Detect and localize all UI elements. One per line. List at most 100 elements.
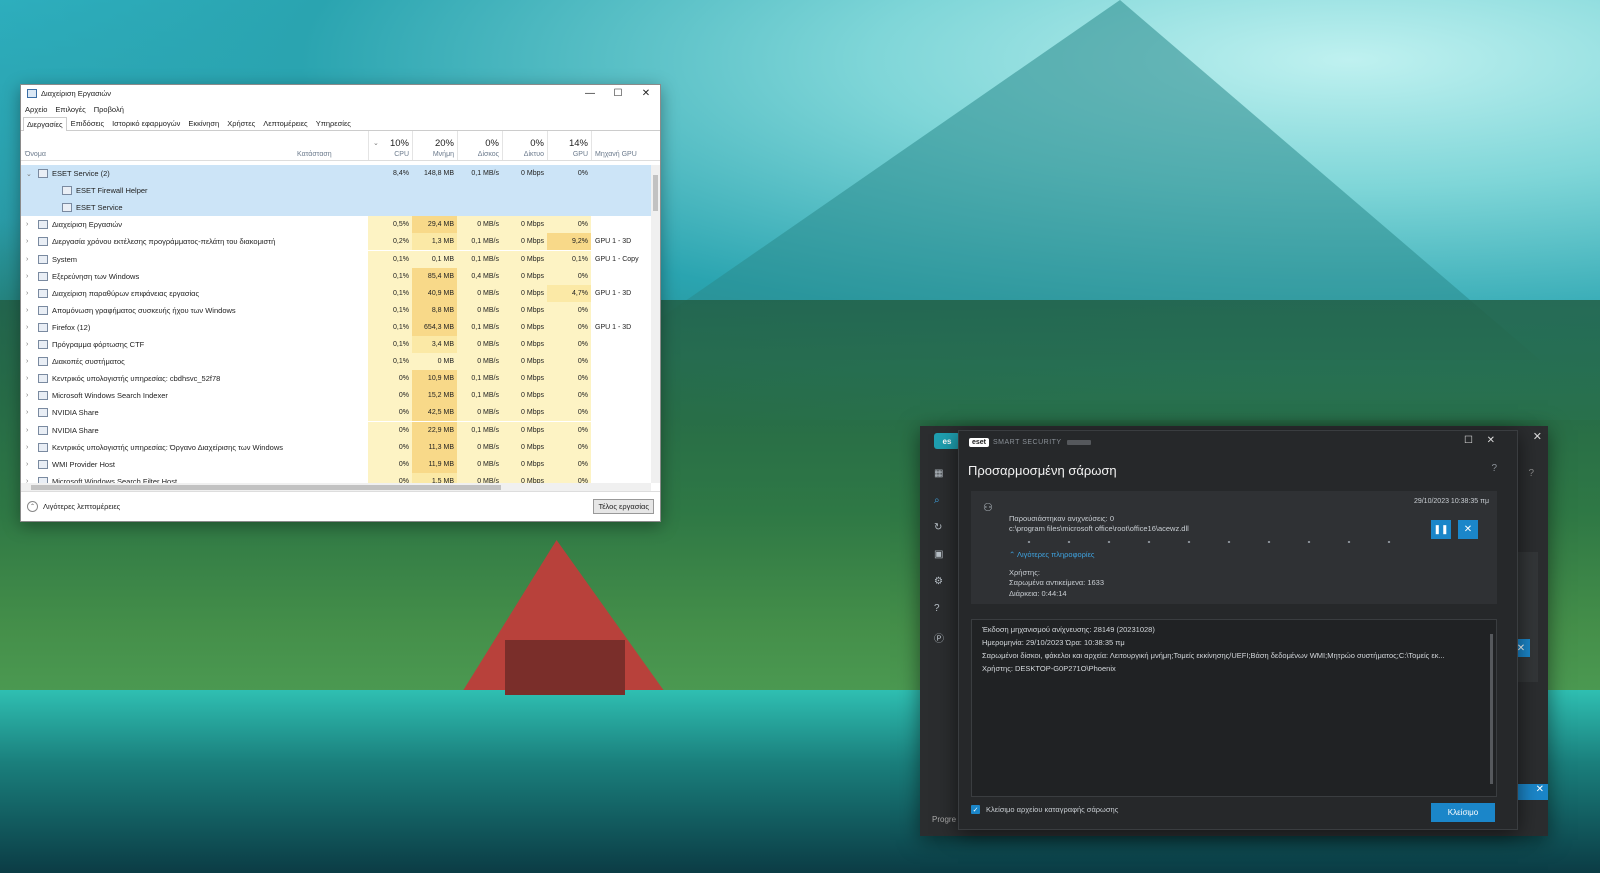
tab-startup[interactable]: Εκκίνηση <box>184 116 223 130</box>
stop-button[interactable]: ✕ <box>1458 520 1478 539</box>
checkbox-checked-icon[interactable]: ✓ <box>971 805 980 814</box>
custom-scan-dialog[interactable]: eset SMART SECURITY ☐ ✕ Προσαρμοσμένη σά… <box>958 430 1518 830</box>
cell-cpu: 0,1% <box>368 336 412 353</box>
table-row[interactable]: ESET Service <box>21 199 651 217</box>
vertical-scrollbar[interactable] <box>651 165 660 483</box>
process-icon <box>38 322 48 332</box>
table-row[interactable]: › System 0,1% 0,1 MB 0,1 MB/s 0 Mbps 0,1% GPU 1… <box>21 250 651 268</box>
chevron-right-icon[interactable]: › <box>26 375 34 382</box>
table-row[interactable]: › Διαχείριση Εργασιών 0,5% 29,4 MB 0 MB/s 0 M… <box>21 216 651 234</box>
cell-engine <box>591 182 651 199</box>
table-row[interactable]: › Κεντρικός υπολογιστής υπηρεσίας: cbdhsv… <box>21 370 651 388</box>
table-row[interactable]: › Microsoft Windows Search Indexer 0% 15,2 … <box>21 387 651 405</box>
dialog-title-bar[interactable]: eset SMART SECURITY <box>959 431 1517 453</box>
col-gpu-engine[interactable]: Μηχανή GPU <box>595 151 637 158</box>
col-net[interactable]: Δίκτυο <box>502 151 544 158</box>
account-icon[interactable]: Ⓟ <box>934 630 947 645</box>
chevron-right-icon[interactable]: › <box>26 221 34 228</box>
cell-cpu: 0% <box>368 438 412 456</box>
table-row[interactable]: › Εξερεύνηση των Windows 0,1% 85,4 MB 0,4 MB… <box>21 267 651 285</box>
scan-icon[interactable]: ⌕ <box>934 495 947 508</box>
chevron-right-icon[interactable]: › <box>26 273 34 280</box>
table-row[interactable]: › WMI Provider Host 0% 11,9 MB 0 MB/s 0 Mbps 0… <box>21 455 651 473</box>
menu-options[interactable]: Επιλογές <box>55 105 85 114</box>
col-net-pct[interactable]: 0% <box>502 138 544 149</box>
close-button[interactable]: ✕ <box>632 85 660 102</box>
chevron-right-icon[interactable]: › <box>26 341 34 348</box>
process-name: Διαχείριση Εργασιών <box>52 220 123 230</box>
end-task-button[interactable]: Τέλος εργασίας <box>593 499 654 514</box>
log-checkbox-row[interactable]: ✓ Κλείσιμο αρχείου καταγραφής σάρωσης <box>971 805 1118 814</box>
chevron-right-icon[interactable]: › <box>26 444 34 451</box>
col-cpu-pct[interactable]: 10% <box>368 138 409 149</box>
table-row[interactable]: › Διαχείριση παραθύρων επιφάνειας εργασία… <box>21 284 651 302</box>
tab-processes[interactable]: Διεργασίες <box>23 117 67 131</box>
chevron-down-icon[interactable]: ⌄ <box>26 170 34 178</box>
title-bar[interactable]: Διαχείριση Εργασιών — ☐ ✕ <box>21 85 660 102</box>
chevron-right-icon[interactable]: › <box>26 409 34 416</box>
table-row[interactable]: › Διεργασία χρόνου εκτέλεσης προγράμματος… <box>21 233 651 251</box>
col-gpu[interactable]: GPU <box>547 151 588 158</box>
table-row[interactable]: › Διακοπές συστήματος 0,1% 0 MB 0 MB/s 0 Mbps… <box>21 353 651 371</box>
table-row[interactable]: › Microsoft Windows Search Filter Host 0% 1… <box>21 472 651 483</box>
menu-file[interactable]: Αρχείο <box>25 105 47 114</box>
table-row[interactable]: › Πρόγραμμα φόρτωσης CTF 0,1% 3,4 MB 0 MB/s 0… <box>21 336 651 353</box>
help-icon[interactable]: ? <box>934 603 947 616</box>
pause-button[interactable]: ❚❚ <box>1431 520 1451 539</box>
chevron-right-icon[interactable]: › <box>26 256 34 263</box>
chevron-right-icon[interactable]: › <box>26 238 34 245</box>
less-info-link[interactable]: ⌃ Λιγότερες πληροφορίες <box>1009 550 1095 559</box>
chevron-right-icon[interactable]: › <box>26 290 34 297</box>
chevron-right-icon[interactable]: › <box>26 427 34 434</box>
process-list[interactable]: ⌄ ESET Service (2) 8,4% 148,8 MB 0,1 MB/s 0 M… <box>21 165 651 483</box>
col-disk[interactable]: Δίσκος <box>457 151 499 158</box>
table-row[interactable]: › NVIDIA Share 0% 42,5 MB 0 MB/s 0 Mbps 0% <box>21 404 651 422</box>
close-button[interactable]: Κλείσιμο <box>1431 803 1495 822</box>
minimize-button[interactable]: — <box>576 85 604 102</box>
tools-icon[interactable]: ▣ <box>934 549 947 562</box>
chevron-right-icon[interactable]: › <box>26 461 34 468</box>
chevron-right-icon[interactable]: › <box>26 307 34 314</box>
tab-users[interactable]: Χρήστες <box>223 116 259 130</box>
tab-performance[interactable]: Επιδόσεις <box>67 116 108 130</box>
chevron-up-icon[interactable]: ⌃ <box>27 501 38 512</box>
chevron-right-icon[interactable]: › <box>26 392 34 399</box>
col-name[interactable]: Όνομα <box>25 151 46 158</box>
col-mem-pct[interactable]: 20% <box>412 138 454 149</box>
tab-services[interactable]: Υπηρεσίες <box>312 116 355 130</box>
cell-mem <box>412 182 457 199</box>
col-disk-pct[interactable]: 0% <box>457 138 499 149</box>
table-row[interactable]: › NVIDIA Share 0% 22,9 MB 0,1 MB/s 0 Mbps 0% <box>21 421 651 439</box>
table-row[interactable]: › Firefox (12) 0,1% 654,3 MB 0,1 MB/s 0 Mbps 0… <box>21 318 651 336</box>
eset-main-close-icon[interactable]: ✕ <box>1533 430 1542 443</box>
col-cpu[interactable]: CPU <box>368 151 409 158</box>
process-icon <box>38 425 48 435</box>
chevron-right-icon[interactable]: › <box>26 324 34 331</box>
log-scrollbar[interactable] <box>1490 634 1493 784</box>
eset-main-help-icon[interactable]: ? <box>1528 468 1534 479</box>
table-row[interactable]: ⌄ ESET Service (2) 8,4% 148,8 MB 0,1 MB/s 0 M… <box>21 165 651 182</box>
settings-gear-icon[interactable]: ⚙ <box>934 576 947 589</box>
menu-view[interactable]: Προβολή <box>94 105 124 114</box>
help-question-icon[interactable]: ? <box>1491 463 1497 474</box>
menu-bar: Αρχείο Επιλογές Προβολή <box>21 102 660 116</box>
dialog-close-icon[interactable]: ✕ <box>1487 435 1495 446</box>
table-row[interactable]: › Απομόνωση γραφήματος συσκευής ήχου των … <box>21 301 651 319</box>
maximize-button[interactable]: ☐ <box>604 85 632 102</box>
dialog-maximize-icon[interactable]: ☐ <box>1464 435 1473 446</box>
col-mem[interactable]: Μνήμη <box>412 151 454 158</box>
chevron-right-icon[interactable]: › <box>26 358 34 365</box>
less-details-link[interactable]: Λιγότερες λεπτομέρειες <box>43 502 120 511</box>
tab-app-history[interactable]: Ιστορικό εφαρμογών <box>108 116 184 130</box>
task-manager-window[interactable]: Διαχείριση Εργασιών — ☐ ✕ Αρχείο Επιλογέ… <box>20 84 661 522</box>
scan-log[interactable]: Έκδοση μηχανισμού ανίχνευσης: 28149 (202… <box>971 619 1497 797</box>
overview-icon[interactable]: ▦ <box>934 468 947 481</box>
table-row[interactable]: ESET Firewall Helper <box>21 182 651 200</box>
cell-net <box>502 182 547 199</box>
update-icon[interactable]: ↻ <box>934 522 947 535</box>
log-checkbox-label[interactable]: Κλείσιμο αρχείου καταγραφής σάρωσης <box>986 805 1118 814</box>
table-row[interactable]: › Κεντρικός υπολογιστής υπηρεσίας: Όργανο… <box>21 438 651 456</box>
tab-details[interactable]: Λεπτομέρειες <box>259 116 311 130</box>
col-gpu-pct[interactable]: 14% <box>547 138 588 149</box>
col-status[interactable]: Κατάσταση <box>297 151 332 158</box>
